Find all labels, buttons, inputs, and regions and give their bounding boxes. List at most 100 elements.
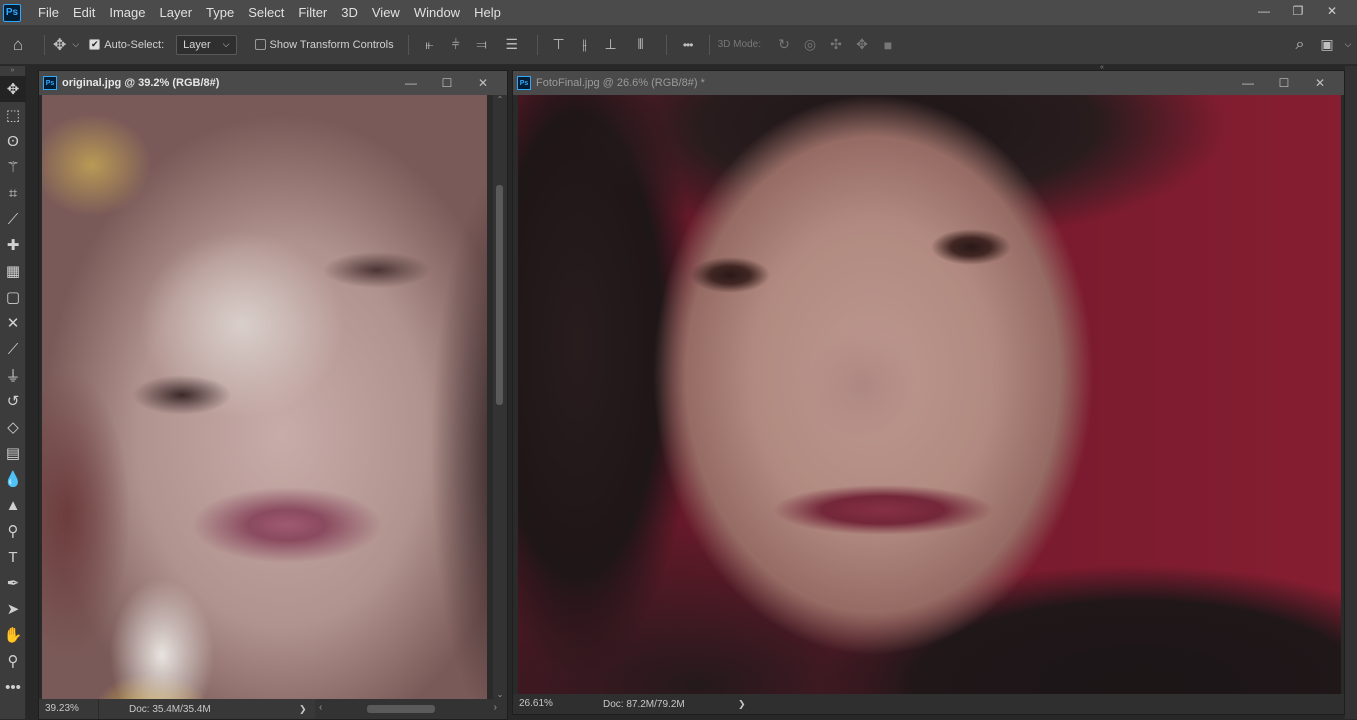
lasso-tool-icon[interactable]: ʘ	[0, 128, 26, 154]
menu-help[interactable]: Help	[467, 0, 508, 25]
show-transform-label: Show Transform Controls	[269, 38, 394, 51]
zoom-level[interactable]: 39.23%	[39, 699, 99, 719]
status-arrow-icon[interactable]: ❯	[738, 699, 754, 710]
healing-brush-icon[interactable]: ✚	[0, 232, 26, 258]
document-title: original.jpg @ 39.2% (RGB/8#)	[62, 77, 220, 89]
move-tool-preset-icon[interactable]: ✥	[53, 35, 66, 55]
layer-dropdown-value: Layer	[183, 38, 211, 51]
zoom-level[interactable]: 26.61%	[513, 694, 573, 714]
patch-tool-icon[interactable]: ▦	[0, 258, 26, 284]
home-icon[interactable]: ⌂	[0, 35, 36, 55]
scrollbar-thumb[interactable]	[496, 185, 503, 405]
panel-collapse-icon[interactable]: «	[1100, 64, 1120, 72]
magic-wand-icon[interactable]: ⚚	[0, 154, 26, 180]
search-icon[interactable]: ⌕	[1285, 36, 1315, 54]
roll-3d-icon[interactable]: ◎	[797, 36, 823, 53]
align-left-icon[interactable]: ⫦	[417, 36, 443, 53]
frame-tool-icon[interactable]: ▢	[0, 284, 26, 310]
divider	[536, 34, 538, 55]
minimize-icon[interactable]: —	[1230, 76, 1266, 90]
blur-tool-icon[interactable]: 💧	[0, 466, 26, 492]
menu-filter[interactable]: Filter	[291, 0, 334, 25]
document-tab-fotofinal[interactable]: Ps FotoFinal.jpg @ 26.6% (RGB/8#) * — ☐ …	[513, 71, 1344, 95]
orbit-3d-icon[interactable]: ↻	[771, 36, 797, 53]
checkbox-box	[254, 39, 266, 50]
restore-icon[interactable]: ❐	[1281, 4, 1315, 18]
align-horizontal-center-icon[interactable]: ⫩	[443, 36, 469, 53]
path-selection-icon[interactable]: ➤	[0, 596, 26, 622]
gradient-tool-icon[interactable]: ▤	[0, 440, 26, 466]
camera-3d-icon[interactable]: ■	[875, 37, 901, 53]
eyedropper-icon[interactable]: ⟋	[0, 206, 26, 232]
minimize-icon[interactable]: —	[393, 76, 429, 90]
clone-stamp-icon[interactable]: ⏚	[0, 362, 26, 388]
chevron-down-icon[interactable]: ⌵	[1339, 39, 1357, 50]
menu-edit[interactable]: Edit	[66, 0, 102, 25]
type-tool-icon[interactable]: T	[0, 544, 26, 570]
align-vertical-center-icon[interactable]: ⫲	[572, 36, 598, 53]
history-brush-icon[interactable]: ↺	[0, 388, 26, 414]
align-right-icon[interactable]: ⫤	[469, 36, 495, 53]
menu-image[interactable]: Image	[102, 0, 152, 25]
marquee-tool-icon[interactable]: ⬚	[0, 102, 26, 128]
status-arrow-icon[interactable]: ❯	[299, 704, 315, 715]
content-aware-move-icon[interactable]: ✕	[0, 310, 26, 336]
crop-tool-icon[interactable]: ⌗	[0, 180, 26, 206]
maximize-icon[interactable]: ☐	[1266, 76, 1302, 90]
brush-tool-icon[interactable]: ⟋	[0, 336, 26, 362]
menu-window[interactable]: Window	[407, 0, 467, 25]
3d-mode-label: 3D Mode:	[717, 39, 761, 50]
dodge-tool-icon[interactable]: ⚲	[0, 518, 26, 544]
horizontal-scrollbar[interactable]: ‹ ›	[315, 699, 507, 719]
slide-3d-icon[interactable]: ✥	[849, 36, 875, 53]
distribute-horizontal-icon[interactable]: ☰	[495, 36, 529, 53]
menu-type[interactable]: Type	[199, 0, 241, 25]
menu-file[interactable]: File	[31, 0, 66, 25]
eraser-icon[interactable]: ◇	[0, 414, 26, 440]
pen-tool-icon[interactable]: ✒	[0, 570, 26, 596]
menu-layer[interactable]: Layer	[153, 0, 200, 25]
align-top-icon[interactable]: ⊤	[546, 36, 572, 53]
canvas-original-photo[interactable]	[42, 95, 487, 702]
maximize-icon[interactable]: ☐	[429, 76, 465, 90]
status-bar: 26.61% Doc: 87.2M/79.2M ❯	[513, 694, 1344, 714]
align-bottom-icon[interactable]: ⊥	[598, 36, 624, 53]
menu-select[interactable]: Select	[241, 0, 291, 25]
scrollbar-thumb[interactable]	[367, 705, 435, 713]
right-panel-dock	[1345, 66, 1357, 719]
chevron-down-icon[interactable]: ⌵	[72, 39, 79, 50]
more-options-icon[interactable]: •••	[675, 38, 701, 52]
divider	[665, 34, 667, 55]
layer-dropdown[interactable]: Layer ⌵	[176, 34, 237, 55]
panel-collapse-icon[interactable]: »	[0, 66, 25, 76]
auto-select-label: Auto-Select:	[104, 38, 165, 51]
hand-tool-icon[interactable]: ✋	[0, 622, 26, 648]
document-size: Doc: 35.4M/35.4M	[129, 703, 211, 715]
show-transform-checkbox[interactable]: Show Transform Controls	[254, 38, 394, 51]
canvas-fotofinal-photo[interactable]	[518, 95, 1341, 695]
more-tools-icon[interactable]: •••	[0, 674, 26, 700]
scroll-down-icon[interactable]: ⌄	[493, 690, 507, 699]
document-window-original: Ps original.jpg @ 39.2% (RGB/8#) — ☐ ✕ ⌃…	[38, 70, 508, 720]
divider	[708, 34, 710, 55]
zoom-tool-icon[interactable]: ⚲	[0, 648, 26, 674]
close-icon[interactable]: ✕	[1302, 76, 1338, 90]
sharpen-tool-icon[interactable]: ▲	[0, 492, 26, 518]
move-tool-icon[interactable]: ✥	[0, 76, 26, 102]
vertical-scrollbar[interactable]: ⌃ ⌄	[493, 95, 507, 701]
close-icon[interactable]: ✕	[465, 76, 501, 90]
scroll-right-icon[interactable]: ›	[494, 702, 497, 713]
distribute-vertical-icon[interactable]: ⫴	[624, 36, 658, 53]
drag-3d-icon[interactable]: ✣	[823, 36, 849, 53]
close-icon[interactable]: ✕	[1315, 4, 1349, 18]
menu-3d[interactable]: 3D	[334, 0, 365, 25]
menu-view[interactable]: View	[365, 0, 407, 25]
scroll-up-icon[interactable]: ⌃	[493, 95, 507, 104]
scroll-left-icon[interactable]: ‹	[319, 702, 322, 713]
minimize-icon[interactable]: —	[1247, 4, 1281, 18]
auto-select-checkbox[interactable]: ✔ Auto-Select:	[89, 39, 164, 51]
status-bar: 39.23% Doc: 35.4M/35.4M ❯ ‹ ›	[39, 699, 507, 719]
document-tab-original[interactable]: Ps original.jpg @ 39.2% (RGB/8#) — ☐ ✕	[39, 71, 507, 95]
inactive-dim-overlay	[518, 95, 1341, 695]
workspace-icon[interactable]: ▣	[1315, 36, 1339, 53]
